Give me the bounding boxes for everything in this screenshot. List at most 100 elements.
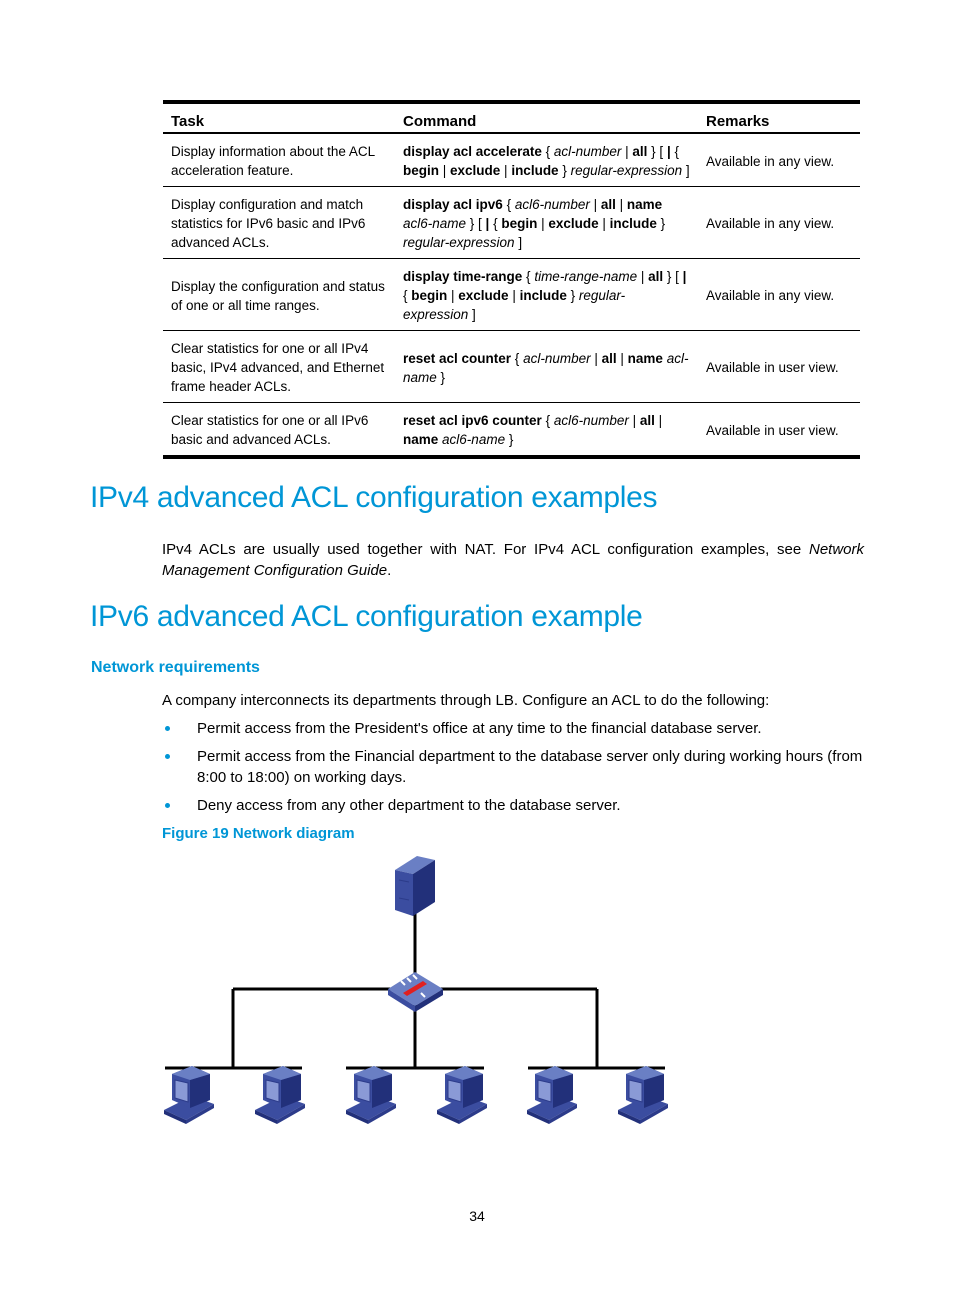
command-keyword: display acl ipv6 [403, 197, 503, 212]
command-syntax: | [439, 163, 451, 178]
command-keyword: reset acl counter [403, 350, 512, 366]
page-number: 34 [469, 1208, 485, 1224]
load-balancer-icon [388, 972, 443, 1012]
command-keyword: name [403, 432, 439, 447]
task-cell: Clear statistics for one or all IPv6 bas… [163, 402, 395, 459]
server-icon [395, 856, 435, 916]
ipv4-paragraph-text: IPv4 ACLs are usually used together with… [162, 541, 809, 558]
command-keyword: exclude [458, 288, 509, 303]
command-syntax: | [589, 197, 601, 212]
list-item-text: Deny access from any other department to… [197, 797, 621, 814]
pc-icon [526, 1065, 578, 1125]
command-keyword: all [648, 269, 664, 284]
task-cell: Display information about the ACL accele… [163, 133, 395, 187]
heading-ipv6-example: IPv6 advanced ACL configuration example [90, 600, 643, 633]
pc-icon [163, 1065, 215, 1125]
command-keyword: include [609, 216, 657, 231]
command-syntax: } [505, 432, 514, 447]
document-page: Task Command Remarks Display information… [0, 0, 954, 1296]
bullet-icon [165, 803, 170, 808]
command-table: Task Command Remarks Display information… [163, 100, 860, 459]
command-syntax: | [500, 163, 512, 178]
pc-icon [345, 1065, 397, 1125]
command-syntax: { [489, 216, 502, 231]
list-item: Permit access from the President's offic… [162, 718, 867, 739]
pc-icon [617, 1065, 669, 1125]
command-syntax: | [654, 413, 663, 428]
command-argument: acl6-number [514, 197, 590, 212]
command-syntax: } [ [466, 216, 486, 231]
command-keyword: display time-range [403, 269, 523, 284]
table-row: Clear statistics for one or all IPv6 bas… [163, 402, 860, 459]
pc-icon [436, 1065, 488, 1125]
list-item-text: Permit access from the President's offic… [197, 720, 762, 737]
command-cell: display time-range { time-range-name | a… [395, 258, 698, 331]
command-syntax: { [541, 413, 554, 428]
command-keyword: begin [411, 288, 448, 303]
command-keyword: exclude [450, 163, 501, 178]
command-keyword: reset acl ipv6 counter [403, 413, 542, 428]
command-cell: reset acl counter { acl-number | all | n… [395, 330, 698, 403]
network-diagram [163, 856, 669, 1125]
command-syntax: | [628, 413, 640, 428]
command-argument: acl6-name [403, 216, 467, 231]
heading-ipv4-examples: IPv4 advanced ACL configuration examples [90, 481, 658, 514]
command-syntax: ] [682, 163, 690, 178]
command-syntax: } [ [663, 269, 683, 284]
command-syntax: { [541, 144, 554, 159]
command-keyword: all [600, 197, 616, 212]
command-argument: acl6-number [553, 413, 629, 428]
remarks-cell: Available in any view. [698, 258, 860, 331]
command-argument: acl6-name [442, 432, 506, 447]
list-item: Permit access from the Financial departm… [162, 746, 867, 788]
command-argument: regular-expression [570, 163, 683, 178]
command-cell: display acl ipv6 { acl6-number | all | n… [395, 186, 698, 259]
remarks-cell: Available in any view. [698, 186, 860, 259]
command-syntax: } [566, 288, 579, 303]
command-syntax: { [522, 269, 535, 284]
command-syntax: { [502, 197, 515, 212]
remarks-cell: Available in user view. [698, 330, 860, 403]
task-cell: Display the configuration and status of … [163, 258, 395, 331]
command-keyword: all [639, 413, 655, 428]
command-keyword: all [601, 350, 617, 366]
command-argument: regular-expression [403, 235, 515, 250]
list-item-text: Permit access from the Financial departm… [197, 748, 863, 786]
table-row: Display information about the ACL accele… [163, 133, 860, 187]
command-syntax: | [508, 288, 520, 303]
table-row: Display configuration and match statisti… [163, 186, 860, 259]
bullet-icon [165, 726, 170, 731]
command-syntax: | [637, 269, 649, 284]
command-keyword: exclude [548, 216, 599, 231]
ipv4-paragraph-end: . [387, 562, 392, 579]
command-syntax: { [670, 144, 679, 159]
requirements-list: Permit access from the President's offic… [162, 718, 867, 823]
command-syntax: { [511, 350, 524, 366]
task-cell: Display configuration and match statisti… [163, 186, 395, 259]
figure-caption: Figure 19 Network diagram [162, 825, 355, 842]
ipv4-paragraph: IPv4 ACLs are usually used together with… [162, 539, 864, 581]
command-syntax: | [616, 350, 628, 366]
column-header-task: Task [163, 100, 395, 134]
command-argument: acl-number [553, 144, 622, 159]
command-keyword: include [519, 288, 567, 303]
list-item: Deny access from any other department to… [162, 795, 867, 816]
command-keyword: all [632, 144, 648, 159]
command-keyword: name [626, 197, 663, 212]
command-argument: acl-number [523, 350, 591, 366]
command-syntax: | [621, 144, 633, 159]
command-keyword: include [511, 163, 559, 178]
task-cell: Clear statistics for one or all IPv4 bas… [163, 330, 395, 403]
command-syntax: } [558, 163, 571, 178]
command-syntax: | [598, 216, 610, 231]
command-syntax: ] [468, 307, 476, 322]
command-keyword: display acl accelerate [403, 144, 542, 159]
command-cell: reset acl ipv6 counter { acl6-number | a… [395, 402, 698, 459]
column-header-remarks: Remarks [698, 100, 860, 134]
column-header-command: Command [395, 100, 698, 134]
remarks-cell: Available in any view. [698, 133, 860, 187]
command-argument: time-range-name [534, 269, 638, 284]
table-row: Clear statistics for one or all IPv4 bas… [163, 330, 860, 403]
command-syntax: } [656, 216, 666, 231]
command-syntax: ] [514, 235, 523, 250]
